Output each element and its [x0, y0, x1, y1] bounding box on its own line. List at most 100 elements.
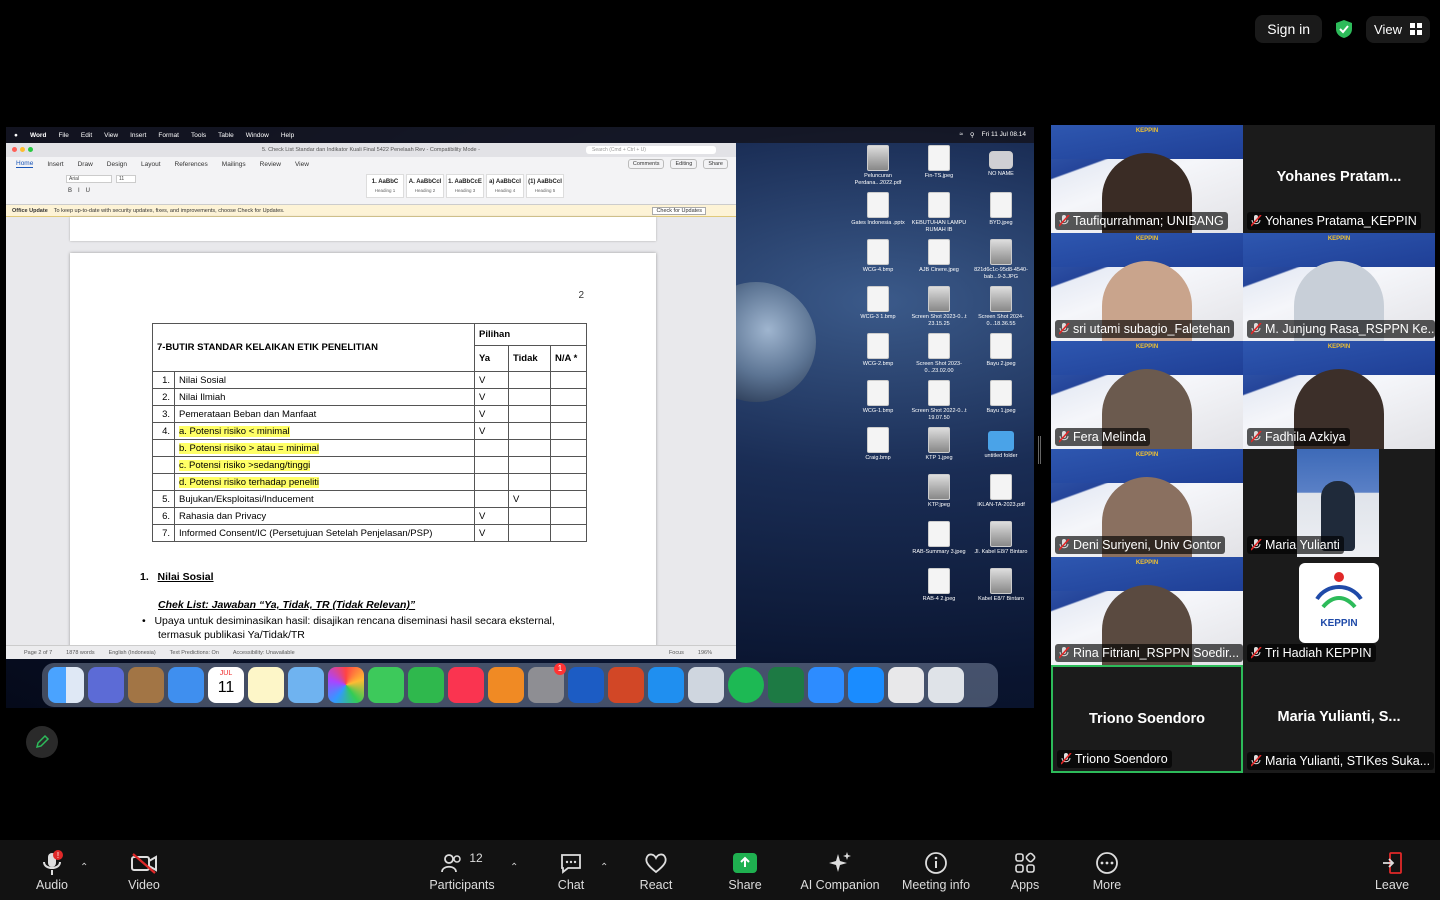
desktop-file-icon: Screen Shot 2022-0...t 19.07.50	[909, 380, 969, 421]
format-buttons: BIU	[68, 188, 97, 194]
notes-icon	[248, 667, 284, 703]
participant-name-label: Yohanes Pratama_KEPPIN	[1247, 212, 1421, 230]
document-icon	[888, 667, 924, 703]
tab-design: Design	[106, 160, 128, 168]
comments-button: Comments	[627, 159, 665, 169]
audio-options-chevron-icon[interactable]: ⌃	[80, 862, 88, 873]
meeting-info-button[interactable]: Meeting info	[900, 850, 972, 892]
desktop-file-icon: Screen Shot 2023-0...23.02.00	[909, 333, 969, 374]
video-button[interactable]: Video	[124, 850, 164, 892]
participants-button[interactable]: 12 Participants	[428, 850, 496, 892]
desktop-file-icon: Bayu 1.jpeg	[971, 380, 1031, 415]
react-label: React	[639, 878, 673, 892]
font-name-field: Arial	[66, 175, 112, 183]
participants-label: Participants	[429, 878, 495, 892]
sparkle-icon	[829, 852, 851, 872]
spotify-icon	[728, 667, 764, 703]
chat-button[interactable]: Chat	[552, 850, 590, 892]
participants-count: 12	[469, 851, 483, 865]
style-heading-4: a) AaBbCcI Heading 4	[486, 174, 524, 198]
chat-label: Chat	[557, 878, 585, 892]
font-size-field: 11	[116, 175, 136, 183]
participant-tile[interactable]: KEPPIN Fadhila Azkiya	[1243, 341, 1435, 449]
gallery-resize-handle[interactable]	[1038, 436, 1042, 464]
participant-tile[interactable]: KEPPIN sri utami subagio_Faletehan	[1051, 233, 1243, 341]
muted-mic-icon	[1251, 431, 1262, 443]
annotate-pencil-icon[interactable]	[26, 726, 58, 758]
menu-item: File	[58, 131, 69, 139]
desktop-file-icon: KEBUTUHAN LAMPU RUMAH IB	[909, 192, 969, 233]
tab-review: Review	[259, 160, 281, 168]
leave-button[interactable]: Leave	[1372, 850, 1412, 892]
participant-tile[interactable]: KEPPIN M. Junjung Rasa_RSPPN Ke...	[1243, 233, 1435, 341]
table-row: b. Potensi risiko > atau = minimal	[152, 439, 587, 457]
desktop-file-icon: untitled folder	[971, 427, 1031, 460]
finder-icon	[48, 667, 84, 703]
keppin-logo: KEPPIN	[1135, 560, 1159, 566]
desktop-file-icon: Peluncuran Perdana...2022.pdf	[848, 145, 908, 186]
search-icon: ⚲	[969, 132, 975, 139]
style-heading-1: 1. AaBbC Heading 1	[366, 174, 404, 198]
participant-tile[interactable]: Yohanes Pratam... Yohanes Pratama_KEPPIN	[1243, 125, 1435, 233]
style-heading-3: 1. AaBbCcE Heading 3	[446, 174, 484, 198]
apps-label: Apps	[1010, 878, 1040, 892]
participant-tile[interactable]: KEPPIN Deni Suriyeni, Univ Gontor	[1051, 449, 1243, 557]
tab-references: References	[174, 160, 208, 168]
shared-screen[interactable]: ● Word File Edit View Insert Format Tool…	[6, 127, 1034, 708]
table-title: 7-BUTIR STANDAR KELAIKAN ETIK PENELITIAN	[152, 323, 475, 372]
video-label: Video	[128, 878, 160, 892]
muted-mic-icon	[1059, 323, 1070, 335]
microphone-icon: !	[43, 850, 63, 875]
zoom-meeting-window: Sign in View ● Word File Edit View Inser…	[0, 0, 1440, 900]
app-store-icon	[848, 667, 884, 703]
participant-tile[interactable]: Triono Soendoro Triono Soendoro	[1051, 665, 1243, 773]
participant-tile[interactable]: Maria Yulianti	[1243, 449, 1435, 557]
ai-companion-label: AI Companion	[800, 878, 880, 892]
more-dots-icon	[1096, 852, 1118, 874]
participant-display-name: Triono Soendoro	[1089, 711, 1205, 727]
bullet-item: • Upaya untuk desiminasikan hasil: disaj…	[142, 615, 555, 627]
style-heading-5: (1) AaBbCcI Heading 5	[526, 174, 564, 198]
muted-mic-icon	[1061, 753, 1072, 765]
meeting-info-label: Meeting info	[901, 878, 971, 892]
previous-page	[70, 217, 656, 241]
tab-layout: Layout	[141, 160, 161, 168]
desktop-file-icon: IKLAN-TA-2023.pdf	[971, 474, 1031, 509]
table-row: 2. Nilai Ilmiah V	[152, 388, 587, 406]
ai-companion-button[interactable]: AI Companion	[800, 850, 880, 892]
share-button[interactable]: Share	[726, 850, 764, 892]
muted-mic-icon	[1059, 539, 1070, 551]
participant-tile[interactable]: Maria Yulianti, S... Maria Yulianti, STIK…	[1243, 665, 1435, 773]
word-title-bar: 5. Check List Standar dan Indikator Kual…	[6, 143, 736, 157]
desktop-file-icon: NO NAME	[971, 145, 1031, 178]
shield-check-icon[interactable]	[1334, 19, 1354, 39]
apple-icon: ●	[14, 131, 18, 139]
participant-tile[interactable]: KEPPIN Taufiqurrahman; UNIBANG	[1051, 125, 1243, 233]
participant-tile[interactable]: KEPPIN Tri Hadiah KEPPIN	[1243, 557, 1435, 665]
keppin-logo: KEPPIN	[1135, 344, 1159, 350]
react-button[interactable]: React	[636, 850, 676, 892]
document-title: 5. Check List Standar dan Indikator Kual…	[262, 147, 480, 153]
audio-button[interactable]: ! Audio	[30, 850, 74, 892]
messages-icon	[368, 667, 404, 703]
view-button[interactable]: View	[1366, 15, 1430, 43]
leave-door-icon	[1383, 852, 1402, 874]
participant-tile[interactable]: KEPPIN Rina Fitriani_RSPPN Soedir...	[1051, 557, 1243, 665]
apps-button[interactable]: Apps	[1006, 850, 1044, 892]
contacts-icon	[128, 667, 164, 703]
muted-mic-icon	[1251, 539, 1262, 551]
word-window: 5. Check List Standar dan Indikator Kual…	[6, 143, 736, 659]
powerpoint-icon	[608, 667, 644, 703]
office-update-bar: Office Update To keep up-to-date with se…	[6, 205, 736, 217]
sign-in-button[interactable]: Sign in	[1255, 15, 1323, 43]
desktop-file-icon: KTP.jpeg	[909, 474, 969, 509]
chat-chevron-icon[interactable]: ⌃	[600, 862, 608, 873]
music-icon	[448, 667, 484, 703]
participants-chevron-icon[interactable]: ⌃	[510, 862, 518, 873]
desktop-file-icon: Kabel E8/7 Bintaro	[971, 568, 1031, 603]
participant-tile[interactable]: KEPPIN Fera Melinda	[1051, 341, 1243, 449]
more-button[interactable]: More	[1088, 850, 1126, 892]
muted-mic-icon	[1059, 431, 1070, 443]
desktop-file-icon: Craig.bmp	[848, 427, 908, 462]
calendar-icon: JUL 11	[208, 667, 244, 703]
